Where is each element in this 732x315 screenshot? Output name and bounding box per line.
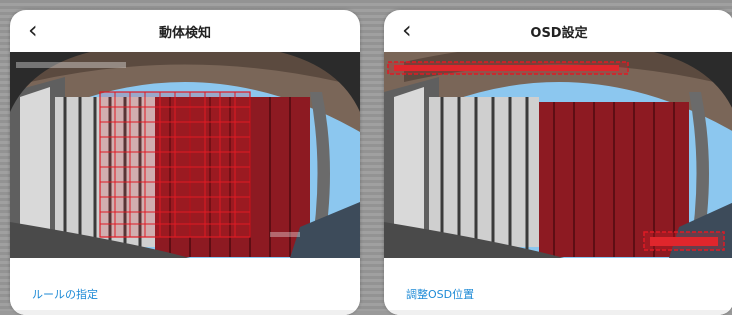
back-button[interactable]: ‹	[402, 18, 412, 42]
motion-detection-screen: ‹ 動体検知 ルールの指定	[10, 10, 360, 315]
osd-timestamp-box[interactable]	[387, 61, 629, 75]
nav-header: ‹ 動体検知	[10, 10, 360, 52]
camera-image	[384, 52, 732, 258]
osd-name-box[interactable]	[643, 231, 725, 251]
adjust-osd-position-row[interactable]: 調整OSD位置	[384, 258, 732, 315]
rule-setting-label: ルールの指定	[32, 288, 98, 301]
back-button[interactable]: ‹	[28, 18, 38, 42]
osd-settings-screen: ‹ OSD設定 調整OSD位置	[384, 10, 732, 315]
camera-preview[interactable]	[384, 52, 732, 258]
nav-header: ‹ OSD設定	[384, 10, 732, 52]
chevron-left-icon: ‹	[402, 16, 412, 44]
camera-image	[10, 52, 360, 258]
rule-setting-row[interactable]: ルールの指定	[10, 258, 360, 315]
page-title: OSD設定	[530, 25, 588, 41]
camera-preview[interactable]	[10, 52, 360, 258]
chevron-left-icon: ‹	[28, 16, 38, 44]
page-title: 動体検知	[158, 25, 211, 41]
adjust-osd-position-label: 調整OSD位置	[406, 288, 475, 301]
